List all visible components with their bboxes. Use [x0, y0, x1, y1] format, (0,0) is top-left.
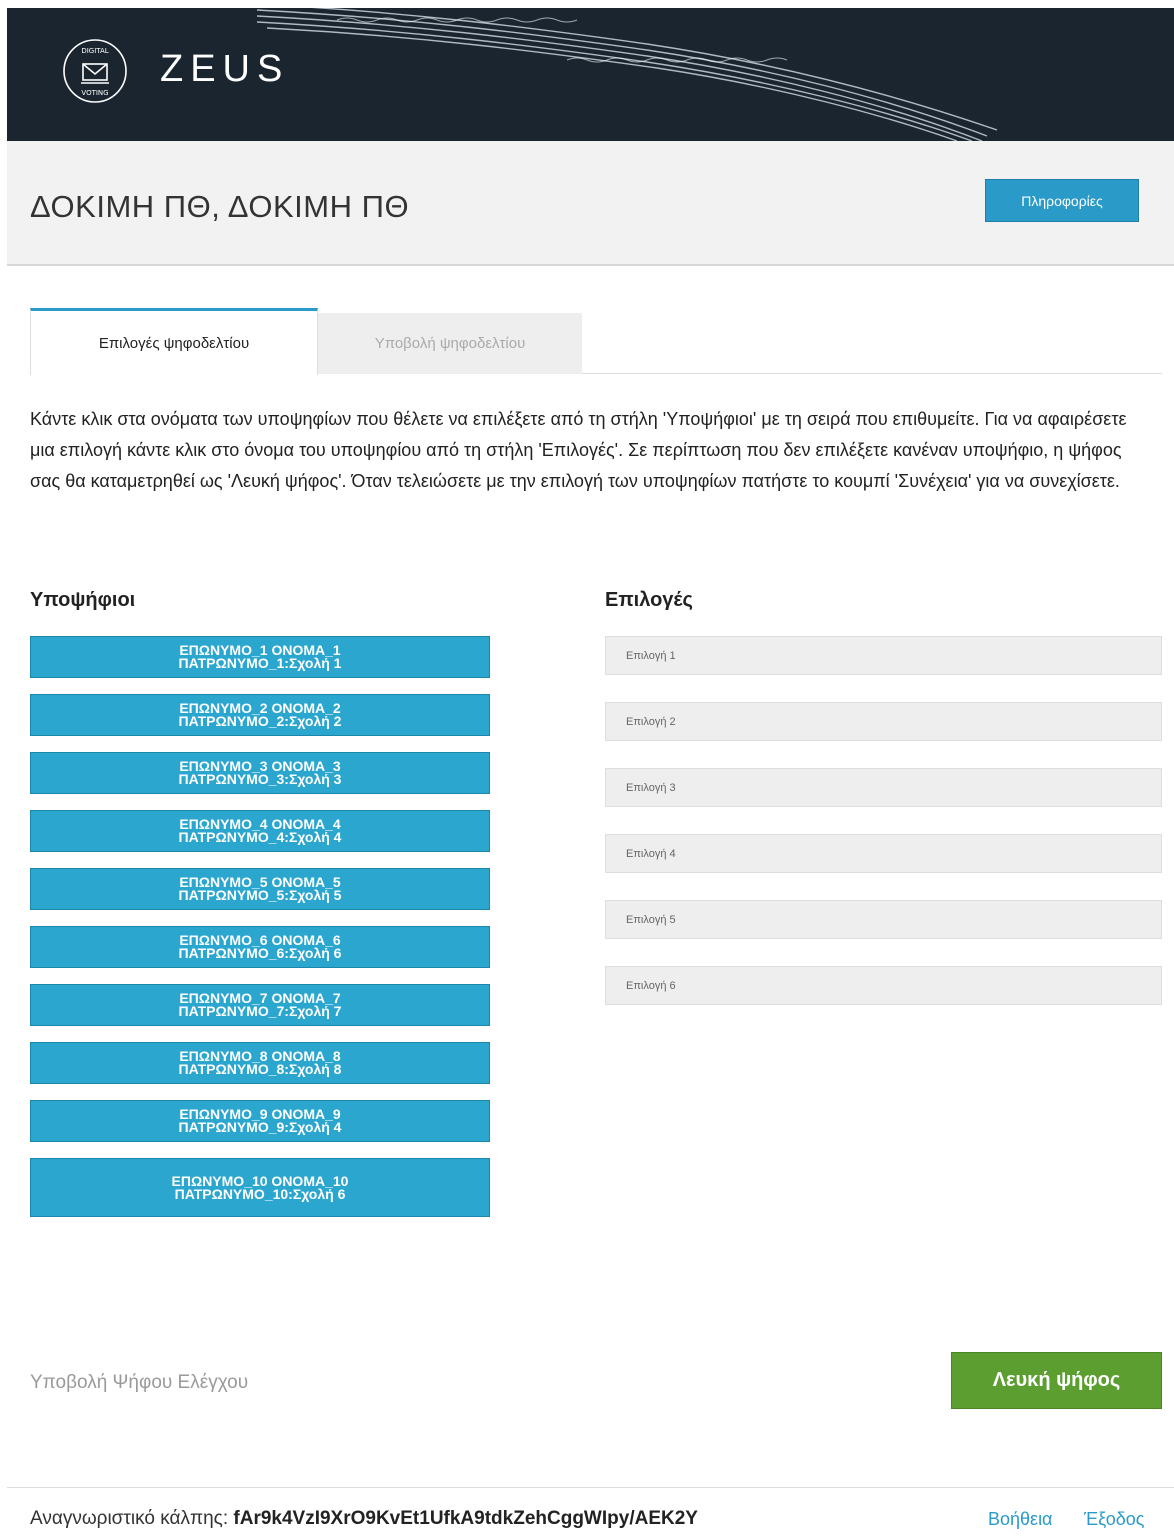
ballot-box-id-value: fAr9k4VzI9XrO9KvEt1UfkA9tdkZehCggWIpy/AE… [233, 1508, 698, 1529]
candidate-button[interactable]: ΕΠΩΝΥΜΟ_10 ΟΝΟΜΑ_10 ΠΑΤΡΩΝΥΜΟ_10:Σχολή 6 [30, 1158, 490, 1217]
candidate-button[interactable]: ΕΠΩΝΥΜΟ_2 ΟΝΟΜΑ_2 ΠΑΤΡΩΝΥΜΟ_2:Σχολή 2 [30, 694, 490, 736]
candidate-button[interactable]: ΕΠΩΝΥΜΟ_8 ΟΝΟΜΑ_8 ΠΑΤΡΩΝΥΜΟ_8:Σχολή 8 [30, 1042, 490, 1084]
choice-slot[interactable]: Επιλογή 6 [605, 966, 1162, 1005]
candidate-button[interactable]: ΕΠΩΝΥΜΟ_7 ΟΝΟΜΑ_7 ΠΑΤΡΩΝΥΜΟ_7:Σχολή 7 [30, 984, 490, 1026]
choice-slot[interactable]: Επιλογή 4 [605, 834, 1162, 873]
candidate-button[interactable]: ΕΠΩΝΥΜΟ_4 ΟΝΟΜΑ_4 ΠΑΤΡΩΝΥΜΟ_4:Σχολή 4 [30, 810, 490, 852]
logout-link[interactable]: Έξοδος [1084, 1509, 1144, 1530]
site-header: DIGITAL VOTING ZEUS [7, 8, 1174, 141]
candidate-button[interactable]: ΕΠΩΝΥΜΟ_3 ΟΝΟΜΑ_3 ΠΑΤΡΩΝΥΜΟ_3:Σχολή 3 [30, 752, 490, 794]
blank-vote-button[interactable]: Λευκή ψήφος [951, 1352, 1162, 1409]
logo-badge-bottom-text: VOTING [81, 89, 108, 97]
choice-slot[interactable]: Επιλογή 1 [605, 636, 1162, 675]
choices-heading: Επιλογές [605, 589, 693, 611]
help-link[interactable]: Βοήθεια [988, 1509, 1052, 1530]
choices-list: Επιλογή 1 Επιλογή 2 Επιλογή 3 Επιλογή 4 … [605, 636, 1162, 1032]
page-title: ΔΟΚΙΜΗ ΠΘ, ΔΟΚΙΜΗ ΠΘ [30, 189, 410, 224]
test-vote-link[interactable]: Υποβολή Ψήφου Ελέγχου [30, 1372, 248, 1394]
candidate-button[interactable]: ΕΠΩΝΥΜΟ_6 ΟΝΟΜΑ_6 ΠΑΤΡΩΝΥΜΟ_6:Σχολή 6 [30, 926, 490, 968]
ballot-box-id-label: Αναγνωριστικό κάλπης: [30, 1508, 229, 1529]
tab-ballot-submit[interactable]: Υποβολή ψηφοδελτίου [318, 313, 582, 374]
choice-slot[interactable]: Επιλογή 5 [605, 900, 1162, 939]
election-title-bar: ΔΟΚΙΜΗ ΠΘ, ΔΟΚΙΜΗ ΠΘ Πληροφορίες [7, 141, 1174, 266]
choice-slot[interactable]: Επιλογή 3 [605, 768, 1162, 807]
digital-voting-logo-icon: DIGITAL VOTING [63, 39, 127, 103]
candidate-button[interactable]: ΕΠΩΝΥΜΟ_1 ΟΝΟΜΑ_1 ΠΑΤΡΩΝΥΜΟ_1:Σχολή 1 [30, 636, 490, 678]
page-footer: Αναγνωριστικό κάλπης: fAr9k4VzI9XrO9KvEt… [7, 1487, 1174, 1537]
tab-ballot-choices[interactable]: Επιλογές ψηφοδελτίου [30, 308, 318, 375]
info-button[interactable]: Πληροφορίες [985, 179, 1139, 222]
logo-wordmark[interactable]: ZEUS [160, 48, 289, 91]
ballot-instructions: Κάντε κλικ στα ονόματα των υποψηφίων που… [30, 409, 1127, 491]
ballot-box-id: Αναγνωριστικό κάλπης: fAr9k4VzI9XrO9KvEt… [30, 1508, 698, 1530]
candidate-button[interactable]: ΕΠΩΝΥΜΟ_5 ΟΝΟΜΑ_5 ΠΑΤΡΩΝΥΜΟ_5:Σχολή 5 [30, 868, 490, 910]
candidates-heading: Υποψήφιοι [30, 589, 136, 611]
logo-badge-top-text: DIGITAL [81, 47, 108, 55]
candidate-button[interactable]: ΕΠΩΝΥΜΟ_9 ΟΝΟΜΑ_9 ΠΑΤΡΩΝΥΜΟ_9:Σχολή 4 [30, 1100, 490, 1142]
ballot-tabs: Επιλογές ψηφοδελτίου Υποβολή ψηφοδελτίου [30, 308, 1162, 375]
candidates-list: ΕΠΩΝΥΜΟ_1 ΟΝΟΜΑ_1 ΠΑΤΡΩΝΥΜΟ_1:Σχολή 1 ΕΠ… [30, 636, 490, 1233]
choice-slot[interactable]: Επιλογή 2 [605, 702, 1162, 741]
